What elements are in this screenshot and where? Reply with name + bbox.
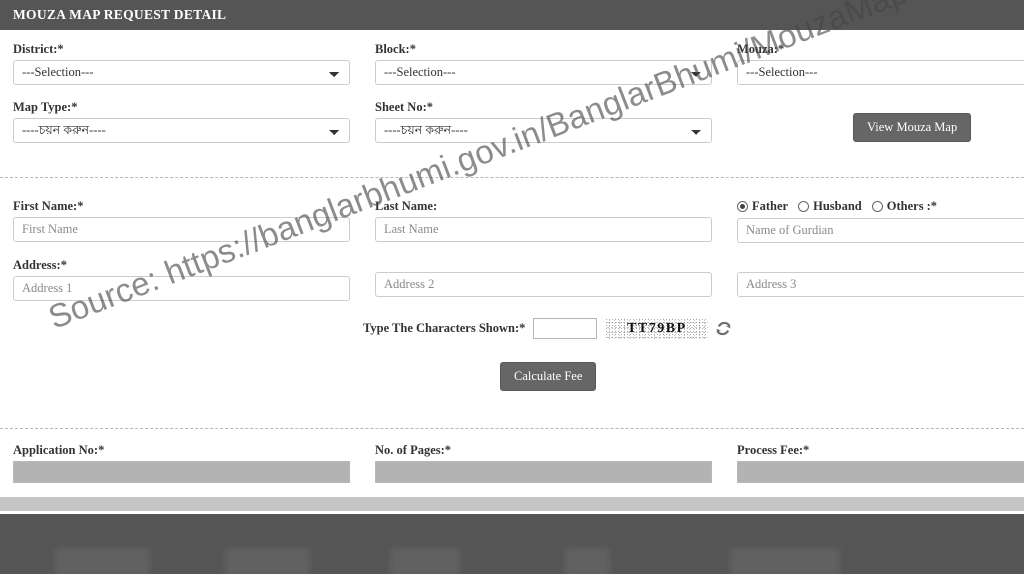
field-block: Block:* ---Selection--- (375, 42, 712, 85)
address-line1-input[interactable] (13, 276, 350, 301)
radio-husband-label: Husband (813, 199, 862, 213)
map-type-label: Map Type:* (13, 100, 78, 114)
last-name-input[interactable] (375, 217, 712, 242)
process-fee-value (737, 461, 1024, 483)
captcha-label: Type The Characters Shown:* (363, 321, 526, 335)
application-no-value (13, 461, 350, 483)
guardian-name-input[interactable] (737, 218, 1024, 243)
block-select[interactable]: ---Selection--- (375, 60, 712, 85)
first-name-label: First Name:* (13, 199, 84, 213)
no-of-pages-label: No. of Pages:* (375, 443, 452, 457)
guardian-required-suffix: :* (926, 199, 937, 213)
radio-father[interactable] (737, 201, 748, 212)
sheet-no-label: Sheet No:* (375, 100, 433, 114)
district-label: District:* (13, 42, 64, 56)
radio-others-label: Others (886, 199, 924, 213)
field-first-name: First Name:* (13, 199, 350, 242)
district-select[interactable]: ---Selection--- (13, 60, 350, 85)
field-last-name: Last Name: (375, 199, 712, 242)
footer-ghost-button-3[interactable] (390, 548, 460, 574)
radio-others[interactable] (871, 201, 883, 212)
field-sheet-no: Sheet No:* ----চয়ন করুন---- (375, 100, 712, 143)
refresh-icon[interactable] (714, 319, 733, 338)
form-area: District:* ---Selection--- Block:* ---Se… (0, 30, 1024, 497)
field-address-3 (737, 272, 1024, 297)
captcha-row: Type The Characters Shown:* TT79BP (363, 318, 733, 339)
field-district: District:* ---Selection--- (13, 42, 350, 85)
address-label: Address:* (13, 258, 67, 272)
captcha-image: TT79BP (605, 318, 709, 339)
field-guardian: Father Husband Others :* (737, 199, 1024, 243)
sheet-no-select[interactable]: ----চয়ন করুন---- (375, 118, 712, 143)
map-type-select[interactable]: ----চয়ন করুন---- (13, 118, 350, 143)
field-address-2 (375, 272, 712, 297)
footer-bar (0, 514, 1024, 574)
calculate-fee-button[interactable]: Calculate Fee (500, 362, 597, 391)
footer-ghost-button-4[interactable] (565, 548, 610, 574)
page-title: MOUZA MAP REQUEST DETAIL (13, 7, 227, 22)
field-process-fee: Process Fee:* (737, 443, 1024, 483)
footer-ghost-button-1[interactable] (55, 548, 150, 574)
radio-father-label: Father (752, 199, 789, 213)
view-mouza-map-wrapper: View Mouza Map (853, 113, 972, 142)
calculate-fee-wrapper: Calculate Fee (500, 362, 597, 391)
bottom-gray-band (0, 497, 1024, 511)
view-mouza-map-button[interactable]: View Mouza Map (853, 113, 972, 142)
address-line2-input[interactable] (375, 272, 712, 297)
field-mouza: Mouza:* ---Selection--- (737, 42, 1024, 85)
no-of-pages-value (375, 461, 712, 483)
section-divider-1 (0, 177, 1024, 178)
section-divider-2 (0, 428, 1024, 429)
mouza-label: Mouza:* (737, 42, 785, 56)
last-name-label: Last Name: (375, 199, 438, 213)
mouza-select[interactable]: ---Selection--- (737, 60, 1024, 85)
radio-husband[interactable] (798, 201, 810, 212)
field-map-type: Map Type:* ----চয়ন করুন---- (13, 100, 350, 143)
first-name-input[interactable] (13, 217, 350, 242)
field-address-1: Address:* (13, 258, 350, 301)
block-label: Block:* (375, 42, 416, 56)
guardian-radio-group: Father Husband Others :* (737, 199, 1024, 214)
page-root: MOUZA MAP REQUEST DETAIL District:* ---S… (0, 0, 1024, 574)
application-no-label: Application No:* (13, 443, 105, 457)
footer-ghost-button-5[interactable] (730, 548, 840, 574)
captcha-input[interactable] (533, 318, 598, 339)
field-application-no: Application No:* (13, 443, 350, 483)
address-line3-input[interactable] (737, 272, 1024, 297)
field-no-of-pages: No. of Pages:* (375, 443, 712, 483)
footer-ghost-button-2[interactable] (225, 548, 310, 574)
captcha-text: TT79BP (627, 320, 687, 336)
process-fee-label: Process Fee:* (737, 443, 810, 457)
page-title-bar: MOUZA MAP REQUEST DETAIL (0, 0, 1024, 30)
